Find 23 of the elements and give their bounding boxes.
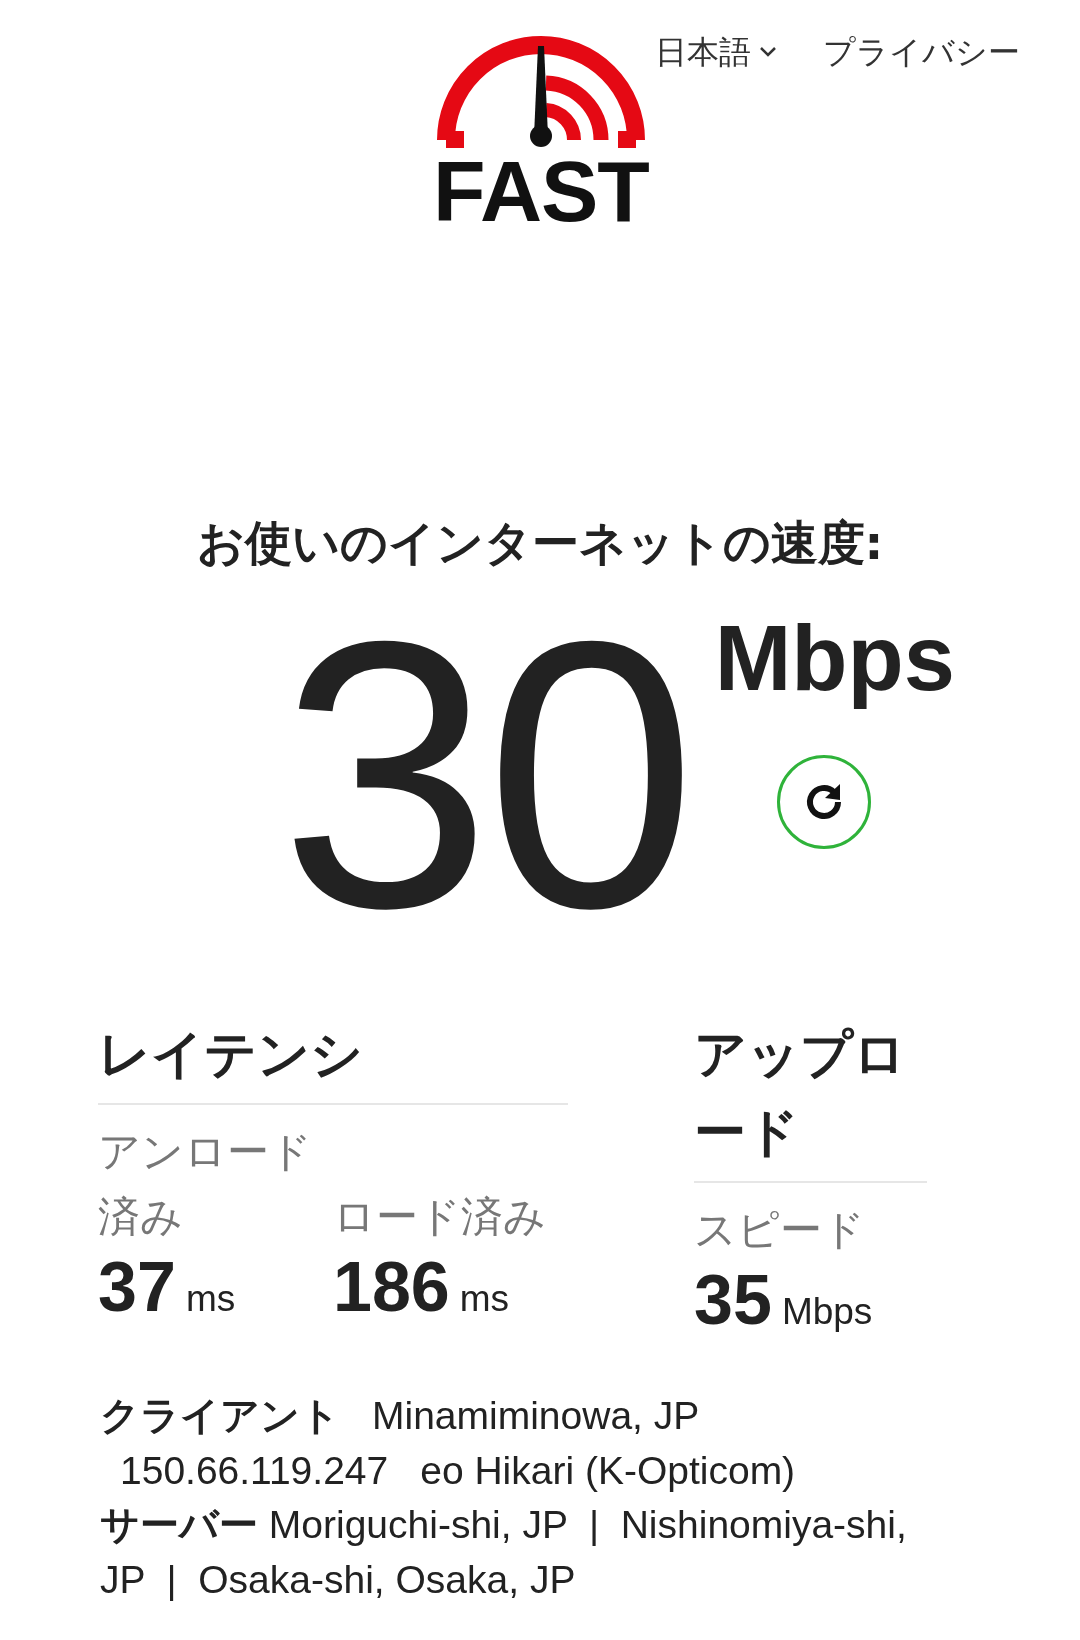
privacy-link[interactable]: プライバシー [823,28,1020,76]
client-label: クライアント [100,1392,340,1441]
logo-text: FAST [433,148,649,234]
metric-unit: Mbps [781,1290,873,1332]
metric-value: 35 [694,1260,772,1339]
client-location: Minamiminowa, JP [372,1393,700,1440]
metric-unit: ms [185,1277,236,1319]
metric-label: スピード [694,1203,866,1256]
server-info: サーバー Moriguchi-shi, JP | Nishinomiya-shi, JP | Osaka-shi, Osaka, JP [100,1501,908,1603]
language-selector[interactable]: 日本語 [655,28,777,76]
section-title: レイテンシ [98,1014,568,1105]
metric-value: 37 [98,1247,176,1326]
section-title: アップロード [694,1014,927,1183]
metric-label: アンロード済み [98,1125,313,1243]
speed-heading: お使いのインターネットの速度: [195,514,885,572]
metric-value: 186 [333,1247,450,1326]
speed-unit: Mbps [714,605,955,711]
client-ip: 150.66.119.247 [120,1447,389,1494]
metric-label: ロード済み [333,1190,547,1243]
metric-unit: ms [459,1277,510,1319]
client-isp: eo Hikari (K-Opticom) [420,1447,796,1494]
speed-value: 30 [280,584,691,965]
chevron-down-icon [759,46,777,58]
